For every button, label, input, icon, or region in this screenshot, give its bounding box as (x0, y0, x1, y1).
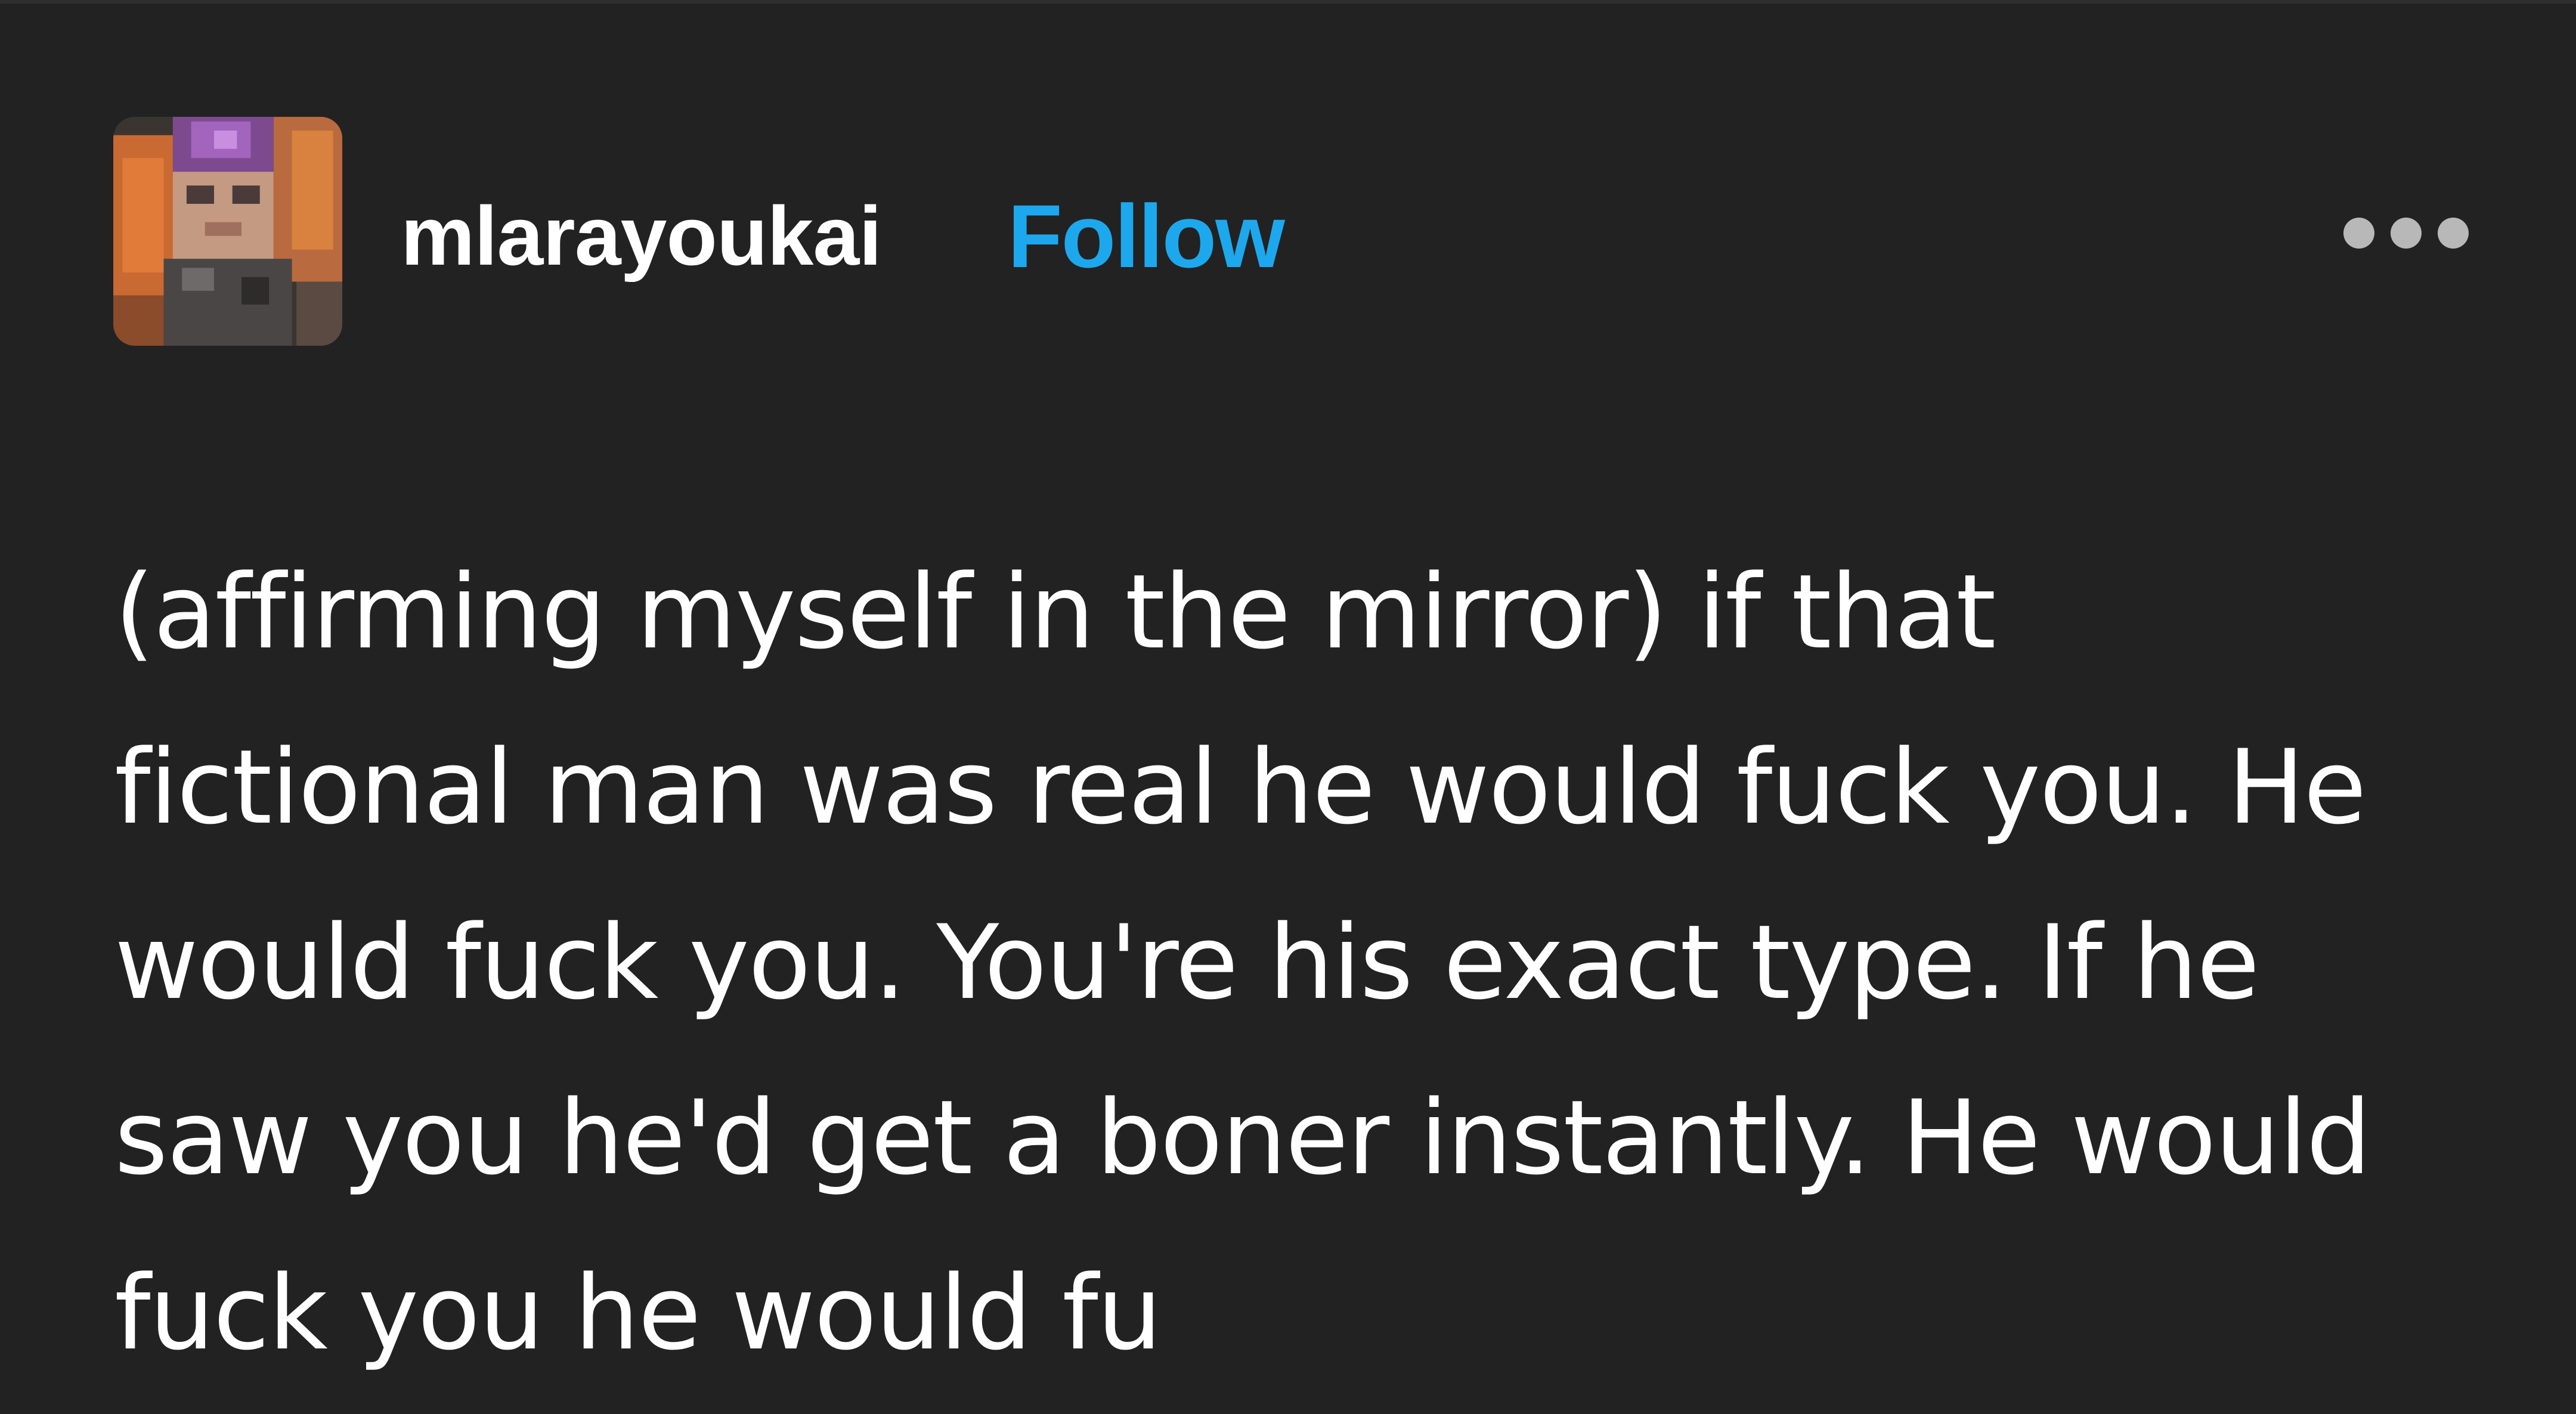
follow-button[interactable]: Follow (1008, 188, 1285, 284)
avatar-image (113, 117, 342, 346)
author-username[interactable]: mlarayoukai (401, 188, 882, 284)
post-header: mlarayoukai Follow (113, 117, 2469, 349)
more-options-icon (2343, 218, 2374, 249)
more-options-button[interactable] (2343, 206, 2469, 260)
more-options-icon (2438, 218, 2469, 249)
post-card: mlarayoukai Follow (affirming myself in … (0, 0, 2576, 1414)
avatar[interactable] (113, 117, 342, 346)
more-options-icon (2391, 218, 2422, 249)
post-text: (affirming myself in the mirror) if that… (114, 552, 2371, 1373)
